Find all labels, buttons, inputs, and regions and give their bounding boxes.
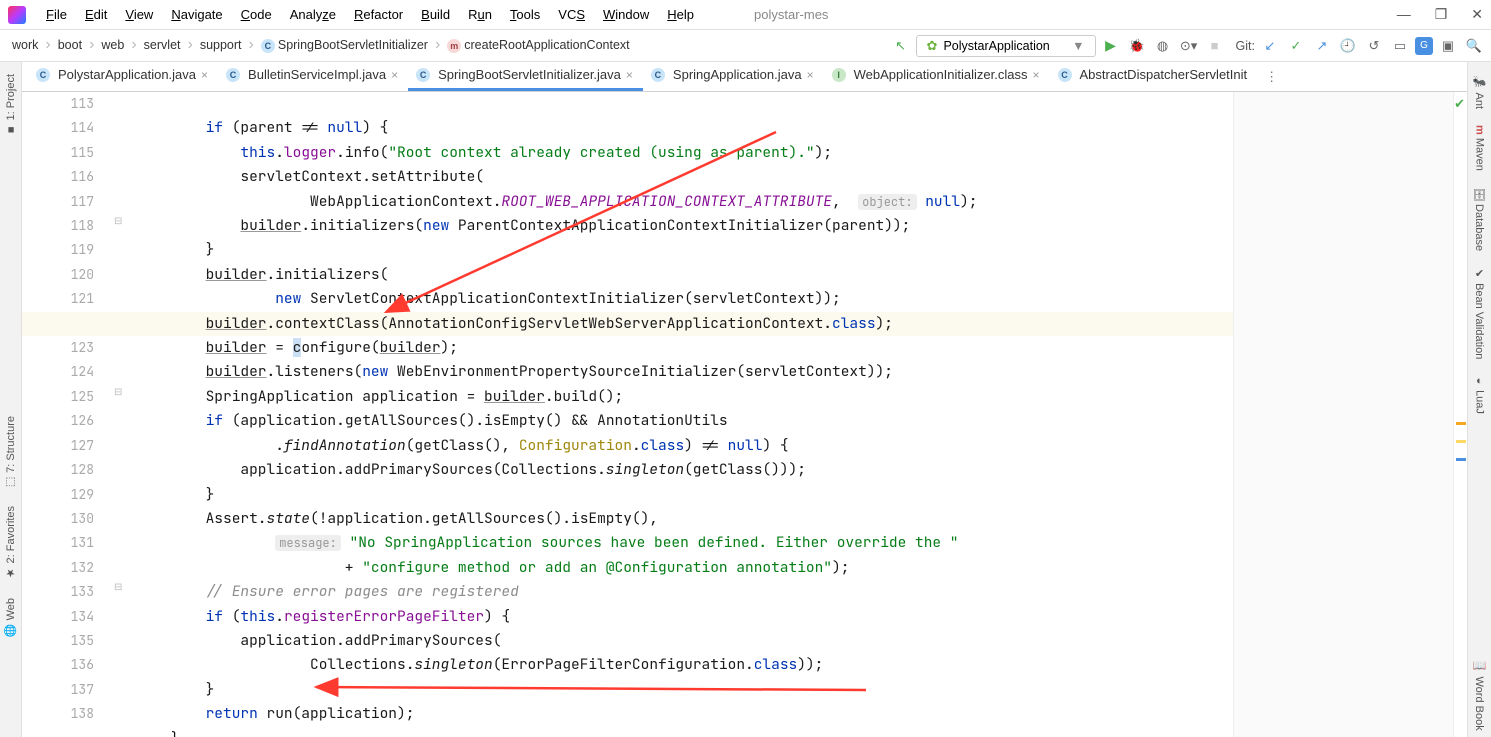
git-history-icon[interactable]: 🕘 — [1337, 35, 1359, 57]
crumb[interactable]: boot — [52, 36, 88, 54]
breadcrumb: work› boot› web› servlet› support› CSpri… — [6, 36, 636, 55]
editor[interactable]: 1131141151161171181191201211221231241251… — [22, 92, 1467, 737]
search-icon[interactable]: 🔍 — [1463, 35, 1485, 57]
coverage-icon[interactable]: ◍ — [1152, 35, 1174, 57]
git-commit-icon[interactable]: ✓ — [1285, 35, 1307, 57]
close-tab-icon[interactable]: × — [201, 68, 208, 82]
line-numbers: 1131141151161171181191201211221231241251… — [62, 92, 106, 737]
tab-overflow-icon[interactable]: ⋮ — [1257, 63, 1286, 91]
git-label: Git: — [1236, 39, 1255, 53]
close-tab-icon[interactable]: × — [626, 68, 633, 82]
translate-icon[interactable]: G — [1415, 37, 1433, 55]
menu-analyze[interactable]: Analyze — [282, 3, 344, 26]
left-tool-stripe: ■ 1: Project ⬚ 7: Structure ★ 2: Favorit… — [0, 62, 22, 737]
maximize-icon[interactable]: ❐ — [1435, 6, 1448, 23]
tool-wordbook[interactable]: 📖 Word Book — [1473, 654, 1486, 737]
menu-code[interactable]: Code — [233, 3, 280, 26]
crumb[interactable]: mcreateRootApplicationContext — [441, 36, 635, 55]
tool-project[interactable]: ■ 1: Project — [3, 66, 19, 144]
layout-icon[interactable]: ▣ — [1437, 35, 1459, 57]
close-tab-icon[interactable]: × — [807, 68, 814, 82]
close-tab-icon[interactable]: × — [1032, 68, 1039, 82]
run-config-dropdown[interactable]: ✿ PolystarApplication ▼ — [916, 35, 1096, 57]
tab[interactable]: CPolystarApplication.java× — [28, 62, 218, 91]
debug-icon[interactable]: 🐞 — [1126, 35, 1148, 57]
menu-file[interactable]: File — [38, 3, 75, 26]
crumb[interactable]: web — [95, 36, 130, 54]
code-area[interactable]: if (parent != null) { this.logger.info("… — [136, 92, 1233, 737]
back-nav-icon[interactable]: ↖ — [890, 35, 912, 57]
stop-icon[interactable]: ■ — [1204, 35, 1226, 57]
git-revert-icon[interactable]: ↺ — [1363, 35, 1385, 57]
tool-bean-validation[interactable]: ✔ Bean Validation — [1473, 261, 1486, 365]
git-push-icon[interactable]: ↗ — [1311, 35, 1333, 57]
crumb[interactable]: work — [6, 36, 44, 54]
tab[interactable]: IWebApplicationInitializer.class× — [824, 62, 1050, 91]
tool-ant[interactable]: 🐜 Ant — [1473, 70, 1486, 115]
tab-active[interactable]: CSpringBootServletInitializer.java× — [408, 62, 643, 91]
toolbar: work› boot› web› servlet› support› CSpri… — [0, 30, 1491, 62]
menu-tools[interactable]: Tools — [502, 3, 548, 26]
inspections-ok-icon[interactable]: ✔ — [1454, 96, 1465, 112]
menu-navigate[interactable]: Navigate — [163, 3, 230, 26]
run-icon[interactable]: ▶ — [1100, 35, 1122, 57]
menu-help[interactable]: Help — [659, 3, 702, 26]
menu-edit[interactable]: Edit — [77, 3, 115, 26]
project-name: polystar-mes — [754, 7, 828, 22]
fold-icon[interactable]: ⊟ — [114, 582, 122, 593]
tool-web[interactable]: 🌐 Web — [2, 590, 19, 645]
git-pull-icon[interactable]: ↙ — [1259, 35, 1281, 57]
tool-luaj[interactable]: ◐ LuaJ — [1474, 369, 1486, 420]
menu-run[interactable]: Run — [460, 3, 500, 26]
menu-vcs[interactable]: VCS — [550, 3, 593, 26]
spring-icon: ✿ — [927, 38, 938, 54]
tool-database[interactable]: 🗄 Database — [1473, 181, 1486, 257]
tab[interactable]: CAbstractDispatcherServletInit — [1050, 62, 1258, 91]
app-icon — [8, 6, 26, 24]
menu-window[interactable]: Window — [595, 3, 657, 26]
tab[interactable]: CBulletinServiceImpl.java× — [218, 62, 408, 91]
box-icon[interactable]: ▭ — [1389, 35, 1411, 57]
menu-build[interactable]: Build — [413, 3, 458, 26]
tab[interactable]: CSpringApplication.java× — [643, 62, 824, 91]
crumb[interactable]: CSpringBootServletInitializer — [255, 36, 434, 55]
tool-maven[interactable]: m Maven — [1474, 119, 1486, 177]
menubar: File Edit View Navigate Code Analyze Ref… — [0, 0, 1491, 30]
tool-structure[interactable]: ⬚ 7: Structure — [2, 408, 19, 497]
profile-icon[interactable]: ⊙▾ — [1178, 35, 1200, 57]
minimize-icon[interactable]: — — [1397, 6, 1411, 23]
crumb[interactable]: servlet — [138, 36, 187, 54]
editor-tabs: CPolystarApplication.java× CBulletinServ… — [22, 62, 1467, 92]
menu-refactor[interactable]: Refactor — [346, 3, 411, 26]
menu-view[interactable]: View — [117, 3, 161, 26]
fold-icon[interactable]: ⊟ — [114, 387, 122, 398]
error-stripe[interactable]: ✔ — [1453, 92, 1467, 737]
right-tool-stripe: 🐜 Ant m Maven 🗄 Database ✔ Bean Validati… — [1467, 62, 1491, 737]
fold-icon[interactable]: ⊟ — [114, 216, 122, 227]
tool-favorites[interactable]: ★ 2: Favorites — [2, 498, 19, 588]
close-tab-icon[interactable]: × — [391, 68, 398, 82]
run-config-label: PolystarApplication — [943, 39, 1049, 53]
close-icon[interactable]: ✕ — [1471, 6, 1483, 23]
crumb[interactable]: support — [194, 36, 248, 54]
